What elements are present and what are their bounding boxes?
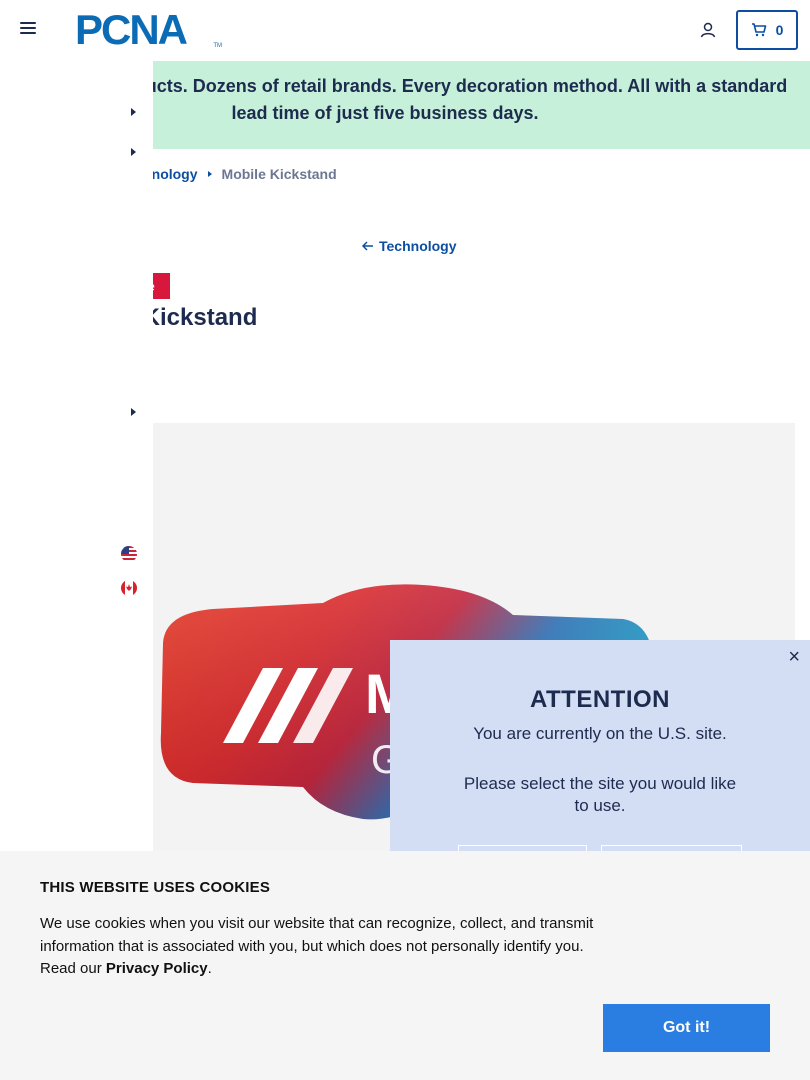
breadcrumb-arrow-icon [207,171,212,177]
user-icon[interactable] [699,21,717,39]
back-to-technology-link[interactable]: Technology [362,238,457,254]
modal-title: ATTENTION [529,686,671,713]
privacy-policy-link[interactable]: Privacy Policy [106,960,208,977]
modal-select-text: Please select the site you would like to… [463,774,737,815]
site-header: PCNA TM 0 [0,0,810,60]
logo-text: PCNA [75,6,188,53]
menu-caret-icon[interactable] [131,148,136,156]
cookie-title: THIS WEBSITE USES COOKIES [40,879,271,896]
pcna-logo[interactable]: PCNA TM [75,9,225,51]
cart-icon [751,23,766,37]
accept-cookies-button[interactable]: Got it! [603,1004,770,1052]
arrow-left-icon [362,241,373,251]
cookie-text: We use cookies when you visit our websit… [40,913,610,981]
back-link-label: Technology [379,238,457,254]
breadcrumb-current: Mobile Kickstand [221,166,337,182]
canada-flag-icon[interactable] [121,580,137,596]
menu-icon[interactable] [20,22,36,38]
side-menu-panel [0,61,153,851]
cookie-banner: THIS WEBSITE USES COOKIES We use cookies… [0,851,810,1080]
menu-caret-icon[interactable] [131,408,136,416]
cart-count: 0 [775,22,784,38]
logo-tm: TM [213,43,222,49]
cart-button[interactable]: 0 [736,10,798,50]
menu-caret-icon[interactable] [131,108,136,116]
us-flag-icon[interactable] [121,546,137,562]
modal-current-site-text: You are currently on the U.S. site. [473,724,727,743]
close-icon[interactable]: × [788,646,800,669]
cookie-period: . [207,960,212,977]
